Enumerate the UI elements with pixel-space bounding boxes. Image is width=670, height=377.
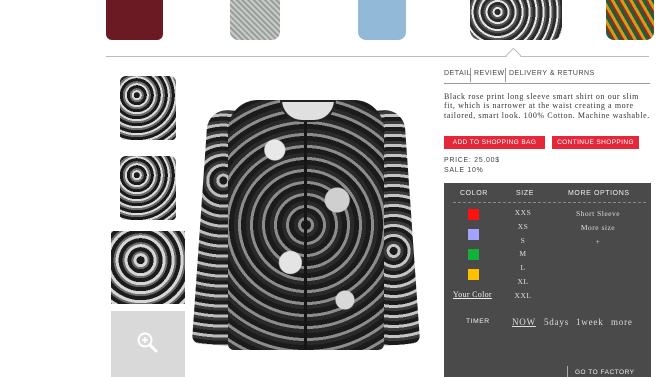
factory-separator [567, 366, 568, 377]
size-xl[interactable]: XL [508, 277, 538, 286]
more-options-header: MORE OPTIONS [568, 190, 630, 197]
tab-review[interactable]: REVIEW [474, 70, 505, 77]
tabs-divider [444, 83, 650, 84]
carousel-selected-caret [505, 47, 522, 64]
add-to-bag-button[interactable]: ADD TO SHOPPING BAG [444, 136, 545, 149]
tab-separator [470, 68, 471, 82]
option-add[interactable]: + [564, 237, 632, 246]
carousel-shirt-paisley[interactable] [606, 0, 654, 40]
options-panel: COLOR SIZE MORE OPTIONS Your Color XXS X… [444, 183, 651, 377]
size-xs[interactable]: XS [508, 222, 538, 231]
size-xxl[interactable]: XXL [508, 291, 538, 300]
product-description: Black rose print long sleeve smart shirt… [444, 92, 650, 120]
thumbnail-front[interactable] [111, 72, 185, 145]
timer-label: TIMER [466, 318, 490, 325]
size-s[interactable]: S [508, 236, 538, 245]
size-xxs[interactable]: XXS [508, 208, 538, 217]
main-product-image [191, 100, 421, 350]
timer-5days[interactable]: 5days [544, 317, 569, 327]
go-to-factory-link[interactable]: GO TO FACTORY [575, 369, 634, 376]
size-header: SIZE [516, 190, 534, 197]
tab-separator [505, 68, 506, 82]
timer-1week[interactable]: 1week [576, 317, 604, 327]
carousel-shirt-blue[interactable] [358, 0, 406, 40]
options-divider [453, 202, 646, 203]
sale-badge: SALE 10% [444, 167, 484, 174]
zoom-button[interactable] [111, 311, 185, 377]
thumbnail-back[interactable] [111, 152, 185, 225]
thumbnail-detail[interactable] [111, 231, 185, 304]
carousel-divider [106, 56, 649, 57]
color-swatch-lavender[interactable] [468, 229, 479, 240]
carousel-shirt-gingham[interactable] [230, 0, 280, 40]
size-l[interactable]: L [508, 263, 538, 272]
color-swatch-yellow[interactable] [468, 269, 479, 280]
tab-detail[interactable]: DETAIL [444, 70, 471, 77]
tab-delivery-returns[interactable]: DELIVERY & RETURNS [509, 70, 595, 77]
color-swatch-red[interactable] [468, 209, 479, 220]
thumbnail-shirt-image [120, 156, 176, 220]
color-swatch-green[interactable] [468, 249, 479, 260]
continue-shopping-button[interactable]: CONTINUE SHOPPING [552, 136, 639, 149]
option-short-sleeve[interactable]: Short Sleeve [564, 209, 632, 218]
zoom-in-icon [137, 332, 158, 353]
color-header: COLOR [460, 190, 488, 197]
carousel-shirt-floral-selected[interactable] [470, 0, 562, 40]
timer-now[interactable]: NOW [512, 317, 536, 327]
product-carousel [0, 0, 670, 64]
option-more-size[interactable]: More size [564, 223, 632, 232]
size-m[interactable]: M [508, 249, 538, 258]
your-color-link[interactable]: Your Color [453, 290, 492, 299]
product-price: PRICE: 25.00$ [444, 157, 500, 164]
carousel-shirt-burgundy[interactable] [106, 0, 163, 40]
shirt-placket [304, 114, 307, 350]
timer-more[interactable]: more [611, 317, 633, 327]
thumbnail-shirt-image [120, 76, 176, 140]
